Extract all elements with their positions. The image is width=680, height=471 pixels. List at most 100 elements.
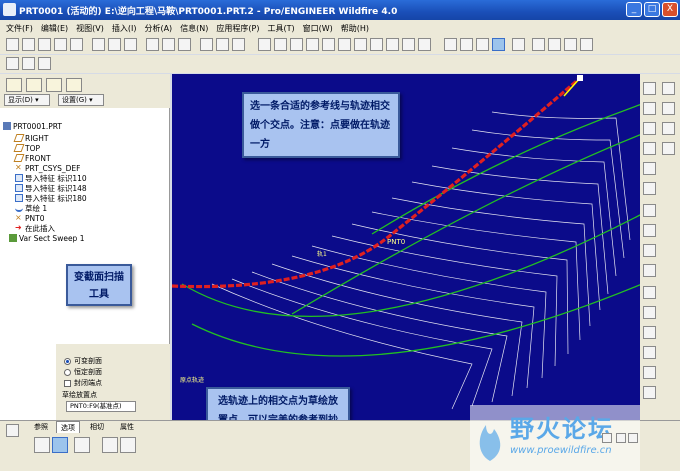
tab-references[interactable]: 参照	[30, 421, 52, 433]
appearance-icon[interactable]	[402, 38, 415, 51]
annotation-display-icon[interactable]	[580, 38, 593, 51]
trim-tool-icon[interactable]	[662, 122, 675, 135]
print-icon[interactable]	[54, 38, 67, 51]
menu-info[interactable]: 信息(N)	[180, 23, 208, 34]
cut-icon[interactable]	[146, 38, 159, 51]
surface-option-icon[interactable]	[52, 437, 68, 453]
tree-item[interactable]: PRT0001.PRT	[3, 121, 62, 131]
solid-option-icon[interactable]	[34, 437, 50, 453]
datum-planes-display-icon[interactable]	[512, 38, 525, 51]
draft-tool-icon[interactable]	[643, 346, 656, 359]
tree-item[interactable]: 草绘 1	[15, 203, 47, 213]
mirror-tool-icon[interactable]	[662, 82, 675, 95]
datum-points-display-icon[interactable]	[548, 38, 561, 51]
tree-item[interactable]: 导入特征 标识148	[15, 183, 87, 193]
tree-item[interactable]: FRONT	[13, 153, 51, 163]
folder-browser-tab-icon[interactable]	[26, 78, 42, 92]
tree-item[interactable]: 导入特征 标识180	[15, 193, 87, 203]
chamfer-tool-icon[interactable]	[643, 386, 656, 399]
tree-item[interactable]: 导入特征 标识110	[15, 173, 87, 183]
start-point-handle[interactable]	[577, 75, 583, 81]
new-file-icon[interactable]	[6, 38, 19, 51]
extrude-tool-icon[interactable]	[643, 204, 656, 217]
tree-item[interactable]: TOP	[13, 143, 40, 153]
tree-item[interactable]: RIGHT	[13, 133, 48, 143]
color-icon[interactable]	[418, 38, 431, 51]
hidden-line-icon[interactable]	[460, 38, 473, 51]
tab-tangency[interactable]: 相切	[86, 421, 108, 433]
find-icon[interactable]	[216, 38, 229, 51]
sketch-placement-field[interactable]: PNT0:F9(基准点)	[66, 401, 136, 412]
menu-insert[interactable]: 插入(I)	[112, 23, 137, 34]
csys-display-icon[interactable]	[564, 38, 577, 51]
tab-options[interactable]: 选项	[56, 421, 80, 433]
tree-item[interactable]: ✕ PRT_CSYS_DEF	[15, 163, 80, 173]
closed-ends-checkbox[interactable]: 封闭端点	[64, 378, 102, 388]
var-sweep-tool-icon[interactable]	[643, 244, 656, 257]
regenerate-icon[interactable]	[200, 38, 213, 51]
show-dropdown[interactable]: 显示(D) ▾	[4, 94, 50, 106]
tree-item[interactable]: × PNT0	[15, 213, 45, 223]
boundary-blend-tool-icon[interactable]	[643, 264, 656, 277]
menu-window[interactable]: 窗口(W)	[303, 23, 333, 34]
view-manager-icon[interactable]	[354, 38, 367, 51]
maximize-button[interactable]: □	[644, 2, 660, 17]
cancel-x-icon[interactable]	[628, 433, 638, 443]
connections-tab-icon[interactable]	[66, 78, 82, 92]
sketch-tool-icon[interactable]	[643, 182, 656, 195]
datum-axes-display-icon[interactable]	[532, 38, 545, 51]
menu-view[interactable]: 视图(V)	[76, 23, 104, 34]
zoom-in-icon[interactable]	[306, 38, 319, 51]
rib-tool-icon[interactable]	[643, 326, 656, 339]
settings-icon[interactable]	[38, 57, 51, 70]
settings-dropdown[interactable]: 设置(G) ▾	[58, 94, 104, 106]
confirm-check-icon[interactable]	[616, 433, 626, 443]
datum-plane-tool-icon[interactable]	[643, 82, 656, 95]
tree-item[interactable]: ➜ 在此插入	[15, 223, 55, 233]
shell-tool-icon[interactable]	[643, 306, 656, 319]
no-hidden-icon[interactable]	[476, 38, 489, 51]
pause-icon[interactable]	[602, 433, 612, 443]
tree-item[interactable]: Var Sect Sweep 1	[9, 233, 84, 243]
wireframe-icon[interactable]	[444, 38, 457, 51]
menu-edit[interactable]: 编辑(E)	[41, 23, 68, 34]
pattern-tool-icon[interactable]	[662, 142, 675, 155]
email-icon[interactable]	[70, 38, 83, 51]
model-tree-tab-icon[interactable]	[6, 78, 22, 92]
save-icon[interactable]	[38, 38, 51, 51]
csys-tool-icon[interactable]	[643, 162, 656, 175]
shading-icon[interactable]	[492, 38, 505, 51]
constant-section-option[interactable]: 恒定剖面	[64, 367, 102, 377]
datum-axis-tool-icon[interactable]	[643, 102, 656, 115]
menu-analysis[interactable]: 分析(A)	[144, 23, 172, 34]
copy-icon[interactable]	[162, 38, 175, 51]
menu-applications[interactable]: 应用程序(P)	[216, 23, 259, 34]
sketch-section-icon[interactable]	[74, 437, 90, 453]
variable-section-option[interactable]: 可变剖面	[64, 356, 102, 366]
tab-properties[interactable]: 属性	[116, 421, 138, 433]
revolve-tool-icon[interactable]	[643, 224, 656, 237]
minimize-button[interactable]: _	[626, 2, 642, 17]
menu-help[interactable]: 帮助(H)	[341, 23, 369, 34]
select-box-icon[interactable]	[232, 38, 245, 51]
paste-icon[interactable]	[178, 38, 191, 51]
spin-center-icon[interactable]	[274, 38, 287, 51]
model-tree-icon[interactable]	[6, 57, 19, 70]
datum-curve-tool-icon[interactable]	[643, 122, 656, 135]
redo-icon[interactable]	[124, 38, 137, 51]
hole-tool-icon[interactable]	[643, 286, 656, 299]
close-button[interactable]: X	[662, 2, 678, 17]
refit-icon[interactable]	[338, 38, 351, 51]
menu-file[interactable]: 文件(F)	[6, 23, 33, 34]
menu-tools[interactable]: 工具(T)	[268, 23, 295, 34]
round-tool-icon[interactable]	[643, 366, 656, 379]
remove-material-icon[interactable]	[102, 437, 118, 453]
thicken-icon[interactable]	[120, 437, 136, 453]
datum-point-tool-icon[interactable]	[643, 142, 656, 155]
saved-views-icon[interactable]	[386, 38, 399, 51]
orient-icon[interactable]	[290, 38, 303, 51]
merge-tool-icon[interactable]	[662, 102, 675, 115]
open-file-icon[interactable]	[22, 38, 35, 51]
erase-icon[interactable]	[92, 38, 105, 51]
zoom-out-icon[interactable]	[322, 38, 335, 51]
